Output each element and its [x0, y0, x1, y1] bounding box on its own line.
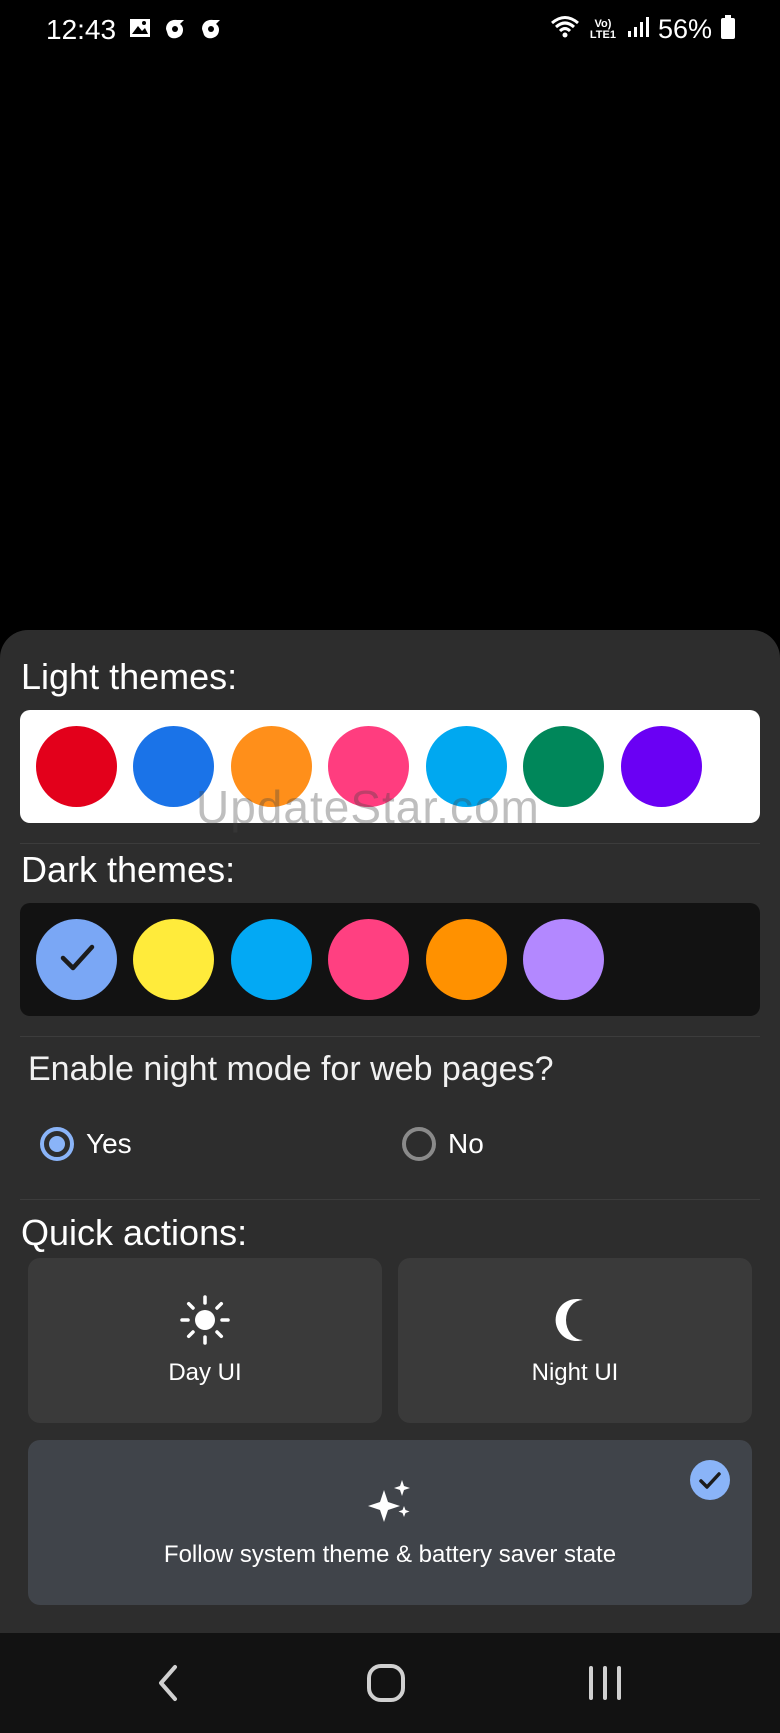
navigation-bar: [0, 1633, 780, 1733]
light-theme-purple-swatch[interactable]: [621, 726, 702, 807]
app-notification-icon: [162, 16, 188, 47]
radio-unselected-icon: [402, 1127, 436, 1161]
night-mode-no-radio[interactable]: No: [402, 1127, 484, 1161]
dark-theme-blue-swatch[interactable]: [36, 919, 117, 1000]
light-theme-red-swatch[interactable]: [36, 726, 117, 807]
gallery-icon: [128, 16, 152, 47]
divider: [20, 1036, 760, 1037]
home-button[interactable]: [356, 1663, 416, 1707]
radio-yes-label: Yes: [86, 1128, 132, 1159]
dark-themes-title: Dark themes:: [21, 849, 236, 890]
day-ui-label: Day UI: [168, 1359, 242, 1386]
watermark: UpdateStar.com: [196, 781, 540, 833]
battery-icon: [720, 14, 736, 45]
status-right: Vo) LTE1 56%: [550, 14, 736, 45]
divider: [20, 1199, 760, 1200]
night-mode-yes-radio[interactable]: Yes: [40, 1127, 132, 1161]
dark-theme-yellow-swatch[interactable]: [133, 919, 214, 1000]
dark-theme-lightblue-swatch[interactable]: [231, 919, 312, 1000]
status-time: 12:43: [46, 14, 117, 45]
check-icon: [55, 935, 99, 984]
signal-icon: [626, 15, 650, 44]
notification-icons: [128, 16, 224, 47]
follow-system-theme-button[interactable]: Follow system theme & battery saver stat…: [28, 1440, 752, 1605]
back-button[interactable]: [138, 1663, 198, 1707]
night-ui-button[interactable]: Night UI: [398, 1258, 752, 1423]
wifi-icon: [550, 14, 580, 45]
sun-icon: [179, 1294, 231, 1351]
recents-icon: [585, 1663, 625, 1708]
moon-icon: [549, 1294, 601, 1351]
divider: [20, 843, 760, 844]
dark-theme-pink-swatch[interactable]: [328, 919, 409, 1000]
dark-theme-orange-swatch[interactable]: [426, 919, 507, 1000]
recents-button[interactable]: [575, 1663, 635, 1707]
status-bar: 12:43 Vo) LTE1 56%: [0, 0, 780, 60]
night-ui-label: Night UI: [531, 1359, 619, 1386]
back-icon: [153, 1663, 183, 1708]
sparkle-icon: [364, 1476, 416, 1533]
follow-system-label: Follow system theme & battery saver stat…: [163, 1541, 617, 1568]
selected-check-icon: [690, 1460, 730, 1500]
app-notification-icon: [198, 16, 224, 47]
radio-no-label: No: [448, 1128, 484, 1159]
radio-selected-icon: [40, 1127, 74, 1161]
light-themes-title: Light themes:: [21, 656, 238, 697]
day-ui-button[interactable]: Day UI: [28, 1258, 382, 1423]
quick-actions-title: Quick actions:: [21, 1212, 248, 1253]
theme-bottom-sheet: Light themes: UpdateStar.com Dark themes…: [0, 630, 780, 1633]
dark-themes-row: [20, 903, 760, 1016]
night-mode-question: Enable night mode for web pages?: [28, 1050, 554, 1088]
dark-theme-lavender-swatch[interactable]: [523, 919, 604, 1000]
battery-percent: 56%: [657, 14, 712, 44]
home-icon: [366, 1663, 406, 1708]
volte-icon: Vo) LTE1: [589, 17, 616, 41]
